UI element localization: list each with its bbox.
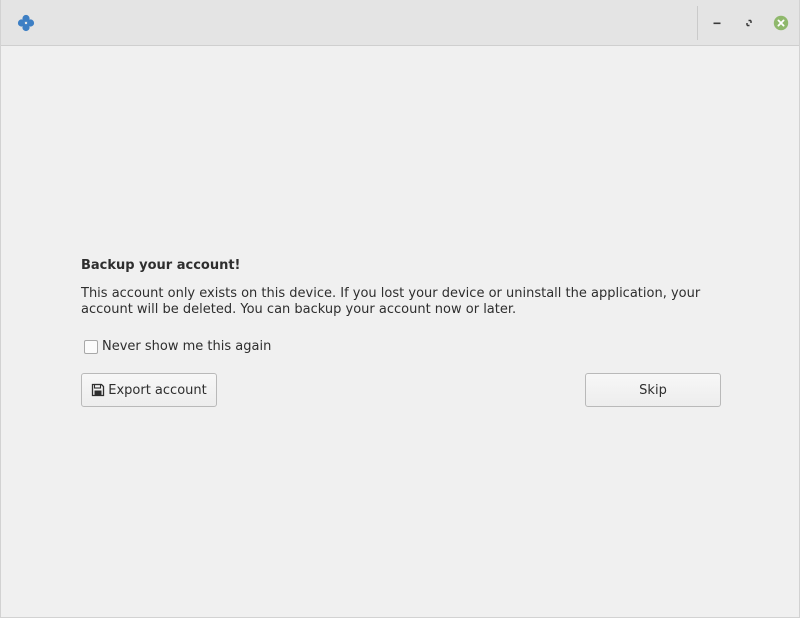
app-window: Backup your account! This account only e… — [0, 0, 800, 618]
skip-button[interactable]: Skip — [585, 373, 721, 407]
clover-icon — [17, 14, 35, 32]
minimize-icon — [713, 22, 721, 25]
close-button[interactable] — [772, 14, 790, 32]
dialog-heading: Backup your account! — [81, 258, 241, 273]
export-account-label: Export account — [108, 382, 207, 398]
save-icon — [92, 383, 105, 397]
skip-label: Skip — [639, 382, 667, 398]
dialog-message: This account only exists on this device.… — [81, 286, 701, 317]
titlebar-separator — [697, 6, 698, 40]
export-account-button[interactable]: Export account — [81, 373, 217, 407]
maximize-button[interactable] — [740, 14, 758, 32]
checkbox-box[interactable] — [84, 340, 98, 354]
close-icon — [773, 15, 789, 31]
maximize-icon — [746, 19, 752, 27]
minimize-button[interactable] — [708, 14, 726, 32]
never-show-again-checkbox[interactable]: Never show me this again — [84, 339, 271, 355]
backup-dialog-content: Backup your account! This account only e… — [81, 256, 721, 318]
checkbox-label[interactable]: Never show me this again — [102, 339, 271, 355]
title-bar[interactable] — [1, 0, 799, 46]
